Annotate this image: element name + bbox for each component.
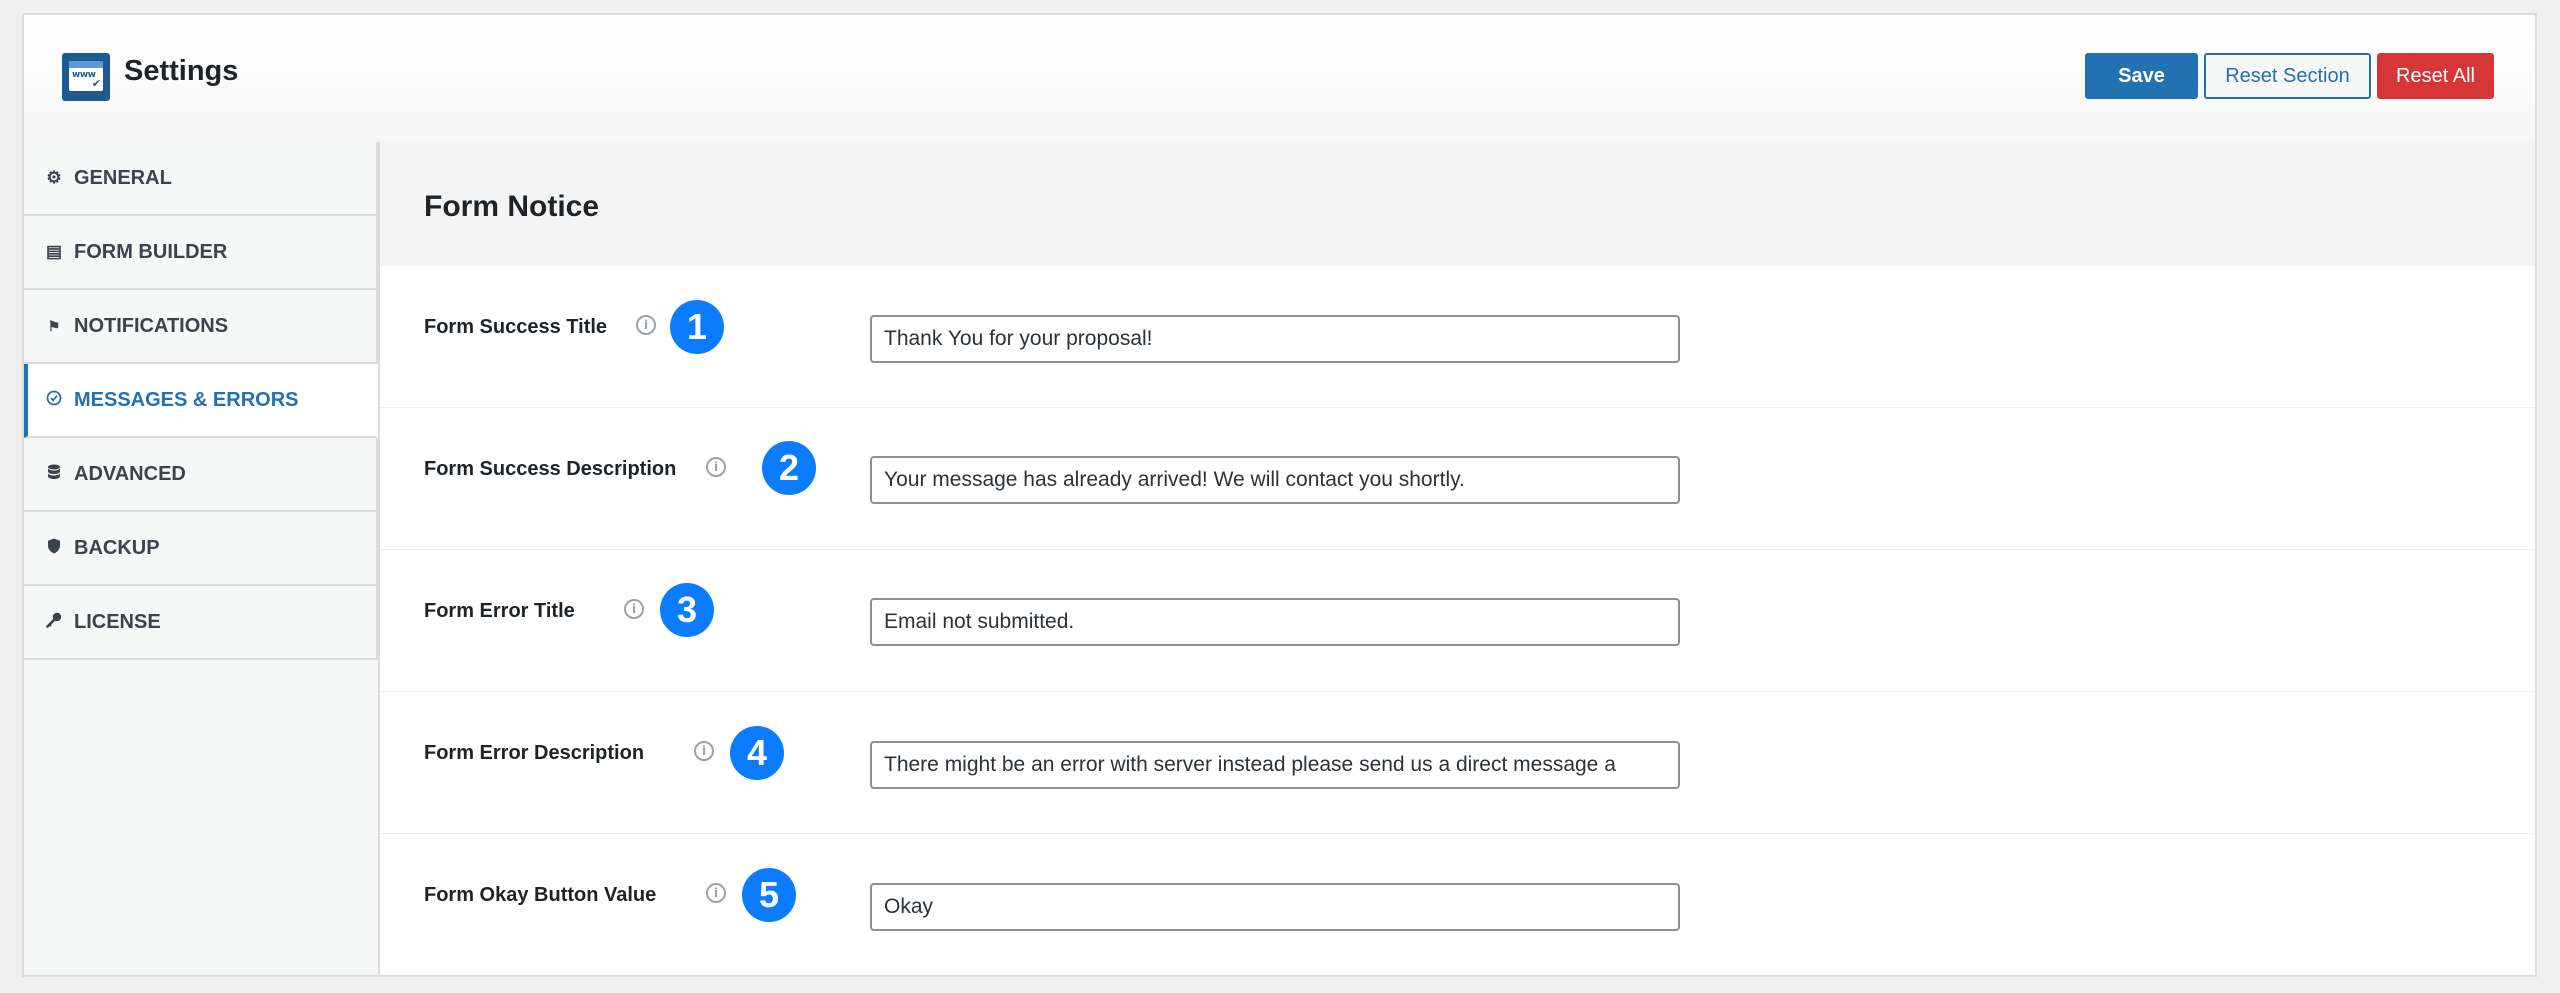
sidebar-item-general[interactable]: ⚙ GENERAL <box>24 142 378 216</box>
gears-icon: ⚙ <box>46 168 62 187</box>
check-circle-icon <box>44 390 64 411</box>
logo-check-icon: ✔ <box>91 78 101 90</box>
field-label: Form Error Title <box>424 600 575 622</box>
sidebar-item-label: LICENSE <box>74 610 161 633</box>
sidebar-item-label: MESSAGES & ERRORS <box>74 388 299 411</box>
form-error-title-input[interactable] <box>870 598 1680 646</box>
app-logo-icon: www ✔ <box>62 53 110 101</box>
step-badge: 5 <box>742 868 796 922</box>
shield-icon <box>44 538 64 559</box>
form-row-okay-button-value: Form Okay Button Value i 5 <box>380 834 2535 975</box>
form-row-success-title: Form Success Title i 1 <box>380 266 2535 409</box>
settings-sidebar: ⚙ GENERAL ▤ FORM BUILDER ⚑ NOTIFICATIONS… <box>24 142 378 975</box>
section-header: Form Notice <box>380 142 2535 266</box>
step-badge: 4 <box>730 726 784 780</box>
field-label: Form Okay Button Value <box>424 884 657 906</box>
sidebar-item-backup[interactable]: BACKUP <box>24 512 378 586</box>
form-row-success-description: Form Success Description i 2 <box>380 408 2535 551</box>
sidebar-item-notifications[interactable]: ⚑ NOTIFICATIONS <box>24 290 378 364</box>
reset-section-button[interactable]: Reset Section <box>2204 53 2371 99</box>
info-icon[interactable]: i <box>706 457 726 477</box>
form-row-error-title: Form Error Title i 3 <box>380 550 2535 693</box>
sidebar-item-label: BACKUP <box>74 536 160 559</box>
save-button[interactable]: Save <box>2085 53 2198 99</box>
settings-header: www ✔ Settings Save Reset Section Reset … <box>24 15 2535 144</box>
form-error-description-input[interactable] <box>870 741 1680 789</box>
sidebar-item-form-builder[interactable]: ▤ FORM BUILDER <box>24 216 378 290</box>
section-title: Form Notice <box>424 190 600 223</box>
key-icon <box>44 612 64 633</box>
info-icon[interactable]: i <box>706 883 726 903</box>
sidebar-item-label: ADVANCED <box>74 462 186 485</box>
step-badge: 3 <box>660 583 714 637</box>
step-badge: 2 <box>762 441 816 495</box>
bell-icon: ⚑ <box>47 317 61 334</box>
info-icon[interactable]: i <box>636 315 656 335</box>
form-success-title-input[interactable] <box>870 315 1680 363</box>
reset-all-button[interactable]: Reset All <box>2377 53 2494 99</box>
page-title: Settings <box>124 55 239 87</box>
step-badge: 1 <box>670 300 724 354</box>
sidebar-item-label: FORM BUILDER <box>74 240 228 263</box>
logo-window-bar <box>69 61 103 68</box>
sidebar-item-label: NOTIFICATIONS <box>74 314 229 337</box>
form-row-error-description: Form Error Description i 4 <box>380 692 2535 835</box>
field-label: Form Error Description <box>424 742 645 764</box>
sidebar-item-messages-errors[interactable]: MESSAGES & ERRORS <box>24 364 378 438</box>
info-icon[interactable]: i <box>624 599 644 619</box>
settings-panel: www ✔ Settings Save Reset Section Reset … <box>22 13 2537 977</box>
field-label: Form Success Description <box>424 458 677 480</box>
form-success-description-input[interactable] <box>870 456 1680 504</box>
sidebar-item-label: GENERAL <box>74 166 172 189</box>
sidebar-item-license[interactable]: LICENSE <box>24 586 378 660</box>
form-okay-button-value-input[interactable] <box>870 883 1680 931</box>
database-icon <box>44 464 64 485</box>
document-icon: ▤ <box>45 242 63 261</box>
info-icon[interactable]: i <box>694 741 714 761</box>
main-content: Form Notice Form Success Title i 1 Form … <box>378 142 2535 975</box>
field-label: Form Success Title <box>424 316 608 338</box>
logo-window: www ✔ <box>69 61 103 91</box>
sidebar-item-advanced[interactable]: ADVANCED <box>24 438 378 512</box>
